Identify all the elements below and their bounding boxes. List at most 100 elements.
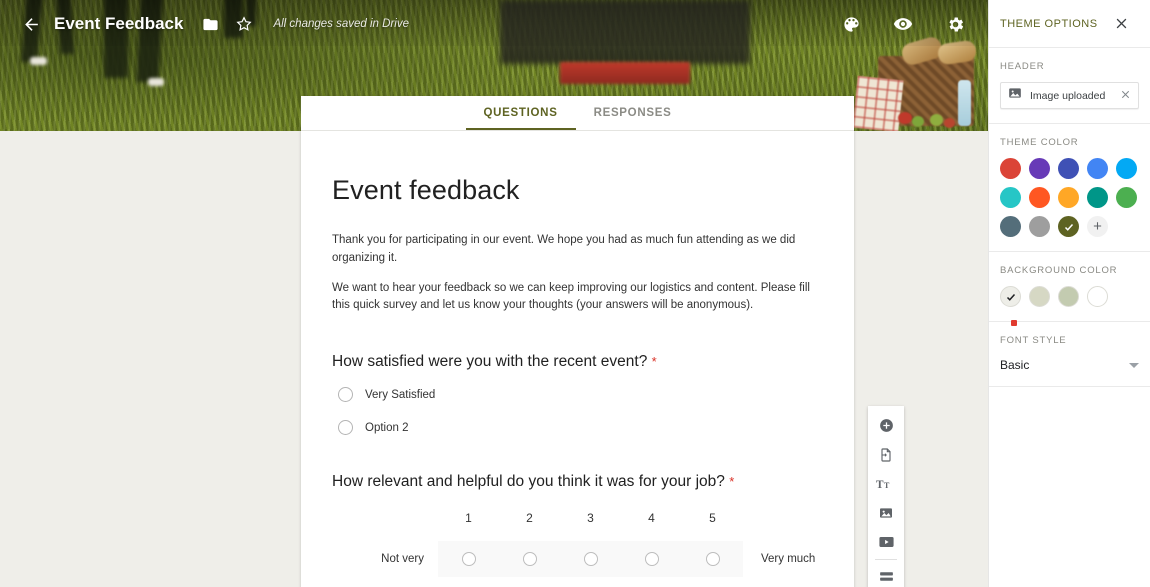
option-label[interactable]: Option 2 [365,422,408,434]
form-card: QUESTIONS RESPONSES Event feedback Thank… [301,96,854,587]
header-section-label: HEADER [1000,61,1045,72]
image-icon [1008,86,1022,105]
svg-text:T: T [876,479,884,491]
chevron-down-icon[interactable] [1129,362,1139,368]
scale-label-3: 3 [587,511,594,526]
scale-option-row: Not very Very much [332,541,823,578]
theme-color-section: THEME COLOR + [989,124,1150,252]
question-1-option-1[interactable]: Very Satisfied [338,387,823,403]
form-title[interactable]: Event Feedback [54,14,183,34]
theme-swatch-12-selected[interactable] [1058,216,1079,237]
add-image-icon[interactable] [868,498,904,527]
theme-swatch-9[interactable] [1116,187,1137,208]
panel-header: THEME OPTIONS [989,0,1150,48]
star-icon[interactable] [227,7,261,41]
tab-questions[interactable]: QUESTIONS [465,96,576,130]
question-2-title: How relevant and helpful do you think it… [332,473,823,491]
background-color-label: BACKGROUND COLOR [1000,265,1118,276]
theme-swatch-6[interactable] [1029,187,1050,208]
bg-swatch-2[interactable] [1058,286,1079,307]
scale-cell-4[interactable] [621,541,682,577]
radio-icon[interactable] [705,552,720,567]
banner-figure-shoe [148,78,164,86]
banner-fruit [944,118,955,128]
scale-cell-3[interactable] [560,541,621,577]
required-asterisk: * [651,354,657,370]
bg-swatch-0-selected[interactable] [1000,286,1021,307]
required-asterisk: * [729,474,735,490]
remove-image-close-icon[interactable] [1120,87,1131,105]
scale-label-4: 4 [648,511,655,526]
add-section-icon[interactable] [868,562,904,587]
question-2[interactable]: How relevant and helpful do you think it… [332,473,823,578]
background-color-swatches [1000,286,1139,307]
theme-swatch-1[interactable] [1029,158,1050,179]
scale-cell-1[interactable] [438,541,499,577]
form-heading[interactable]: Event feedback [332,175,823,206]
save-status-text: All changes saved in Drive [273,18,409,30]
top-app-bar: Event Feedback All changes saved in Driv… [0,0,988,48]
radio-icon[interactable] [583,552,598,567]
add-title-description-icon[interactable]: TT [868,469,904,498]
scale-cell-5[interactable] [682,541,743,577]
gear-settings-icon[interactable] [938,7,972,41]
question-toolbar: TT [868,406,904,587]
linear-scale-grid: 1 2 3 4 5 Not very Very much [332,507,823,578]
font-style-value: Basic [1000,358,1030,372]
form-description-line-2[interactable]: We want to hear your feedback so we can … [332,280,823,316]
bg-swatch-1[interactable] [1029,286,1050,307]
eye-preview-icon[interactable] [886,7,920,41]
main-region: Event Feedback All changes saved in Driv… [0,0,988,587]
question-1-option-2[interactable]: Option 2 [338,420,823,436]
form-tabs: QUESTIONS RESPONSES [301,96,854,131]
font-style-select[interactable]: Basic [1000,356,1139,372]
theme-swatch-3[interactable] [1087,158,1108,179]
palette-icon[interactable] [834,7,868,41]
background-color-section: BACKGROUND COLOR [989,252,1150,322]
import-questions-icon[interactable] [868,440,904,469]
mouse-cursor-marker [1011,320,1017,326]
question-2-text: How relevant and helpful do you think it… [332,473,725,491]
scale-high-label[interactable]: Very much [743,553,815,565]
scale-radio-cells [438,541,743,578]
add-custom-color-button[interactable]: + [1087,216,1108,237]
header-section: HEADER Image uploaded [989,48,1150,124]
banner-figure-shoe [30,57,47,65]
folder-icon[interactable] [193,7,227,41]
toolbar-divider [875,559,897,560]
back-arrow-icon[interactable] [14,7,48,41]
topbar-actions [834,7,972,41]
banner-red-object [560,62,690,84]
radio-icon[interactable] [522,552,537,567]
add-video-icon[interactable] [868,527,904,556]
theme-color-label: THEME COLOR [1000,137,1079,148]
bg-swatch-3[interactable] [1087,286,1108,307]
question-1[interactable]: How satisfied were you with the recent e… [332,353,823,436]
radio-icon[interactable] [461,552,476,567]
theme-swatch-2[interactable] [1058,158,1079,179]
theme-swatch-7[interactable] [1058,187,1079,208]
theme-swatch-11[interactable] [1029,216,1050,237]
scale-label-1: 1 [465,511,472,526]
banner-fruit [912,116,924,127]
svg-text:T: T [884,481,890,490]
theme-swatch-8[interactable] [1087,187,1108,208]
option-label[interactable]: Very Satisfied [365,389,435,401]
close-icon[interactable] [1104,7,1138,41]
banner-blanket [852,75,904,131]
scale-low-label[interactable]: Not very [332,553,438,565]
scale-cell-2[interactable] [499,541,560,577]
form-description-line-1[interactable]: Thank you for participating in our event… [332,232,823,268]
question-1-text: How satisfied were you with the recent e… [332,353,648,371]
radio-icon[interactable] [644,552,659,567]
radio-icon[interactable] [338,420,353,436]
radio-icon[interactable] [338,387,353,403]
theme-swatch-0[interactable] [1000,158,1021,179]
theme-swatch-5[interactable] [1000,187,1021,208]
tab-responses[interactable]: RESPONSES [576,96,690,128]
theme-swatch-4[interactable] [1116,158,1137,179]
image-uploaded-chip[interactable]: Image uploaded [1000,82,1139,109]
form-body: Event feedback Thank you for participati… [301,131,854,587]
add-question-icon[interactable] [868,411,904,440]
theme-swatch-10[interactable] [1000,216,1021,237]
